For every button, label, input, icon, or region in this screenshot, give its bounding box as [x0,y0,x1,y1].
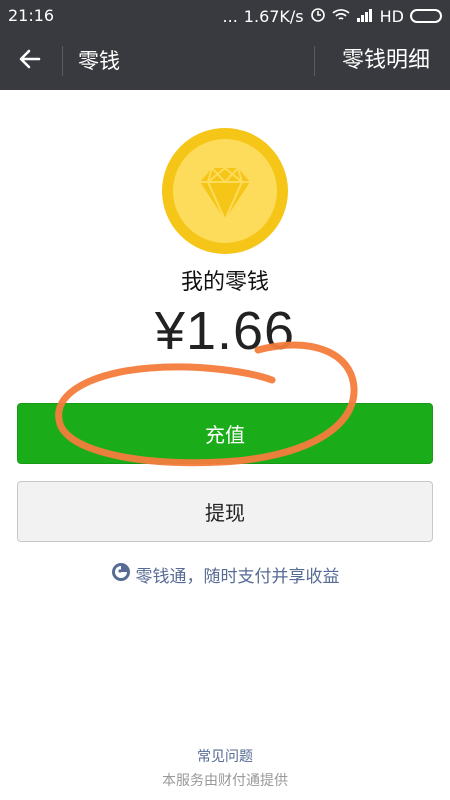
wallet-label: 我的零钱 [180,270,269,295]
transaction-details-link[interactable]: 零钱明细 [342,45,430,77]
lingqiantong-link[interactable]: 零钱通，随时支付并享收益 [0,562,450,587]
annotation-scribble [55,341,358,467]
network-speed: 1.67K/s [243,6,304,26]
alarm-icon [310,6,326,26]
title-bar: 零钱 零钱明细 [0,32,450,90]
balance-amount: ¥1.66 [154,301,296,361]
lingqiantong-icon [111,562,131,587]
detail-divider [314,46,315,76]
page-title: 零钱 [78,49,120,73]
lingqiantong-text: 零钱通，随时支付并享收益 [135,567,340,587]
title-divider [62,46,63,76]
withdraw-label: 提现 [205,501,245,525]
status-dots: ... [222,6,238,26]
back-arrow-icon [18,47,42,75]
recharge-label: 充值 [205,423,245,447]
status-indicators: ... 1.67K/s HD [223,6,442,26]
faq-link[interactable]: 常见问题 [0,746,450,766]
signal-icon [356,7,374,26]
service-provider-note: 本服务由财付通提供 [162,773,288,789]
wallet-coin [162,128,288,254]
withdraw-button[interactable]: 提现 [17,481,433,542]
diamond-icon [162,128,288,254]
wifi-icon [332,7,350,26]
back-button[interactable] [10,41,50,81]
battery-icon [410,9,442,23]
status-bar: 21:16 ... 1.67K/s HD [0,0,450,32]
status-time: 21:16 [8,6,55,25]
recharge-button[interactable]: 充值 [17,403,433,464]
network-type: HD [379,6,404,26]
